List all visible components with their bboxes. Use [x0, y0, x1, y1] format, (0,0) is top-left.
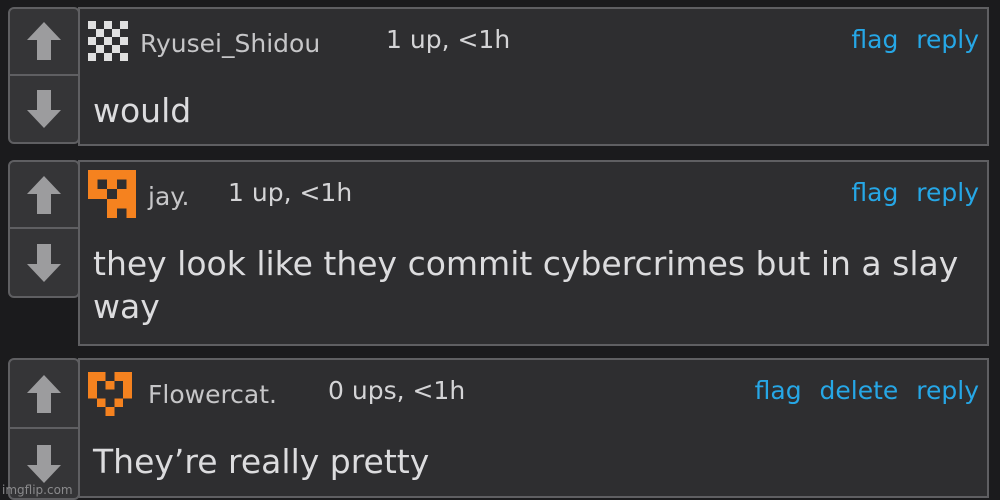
upvote-button[interactable] — [10, 360, 78, 429]
comment-actions: flag reply — [841, 178, 979, 207]
username-link[interactable]: Ryusei_Shidou — [140, 29, 320, 58]
username-link[interactable]: Flowercat. — [148, 380, 277, 409]
comment-text-line: they look like they commit cybercrimes b… — [93, 244, 959, 283]
comment-text: They’re really pretty — [93, 440, 429, 483]
comment-body: jay. 1 up, <1h flag reply they look like… — [78, 160, 989, 346]
comment-meta: 1 up, <1h — [386, 25, 511, 54]
checkerboard-avatar-icon[interactable] — [88, 21, 128, 61]
up-arrow-icon — [27, 374, 61, 413]
reply-link[interactable]: reply — [916, 376, 979, 405]
down-arrow-icon — [27, 243, 61, 282]
comment-header: Ryusei_Shidou 1 up, <1h flag reply — [88, 19, 979, 61]
comment-text: they look like they commit cybercrimes b… — [93, 242, 958, 328]
comment-meta: 0 ups, <1h — [328, 376, 466, 405]
comment-header: Flowercat. 0 ups, <1h flag delete reply — [88, 370, 979, 416]
downvote-button[interactable] — [10, 229, 78, 296]
comment-actions: flag delete reply — [745, 376, 979, 405]
up-arrow-icon — [27, 175, 61, 214]
comment-meta: 1 up, <1h — [228, 178, 353, 207]
upvote-button[interactable] — [10, 162, 78, 229]
up-arrow-icon — [27, 22, 61, 61]
comment-actions: flag reply — [841, 25, 979, 54]
comment-body: Ryusei_Shidou 1 up, <1h flag reply would — [78, 7, 989, 146]
flag-link[interactable]: flag — [851, 178, 898, 207]
upvote-button[interactable] — [10, 9, 78, 76]
comment-text-line: They’re really pretty — [93, 442, 430, 481]
vote-column — [8, 160, 80, 298]
comment-text: would — [93, 89, 191, 132]
watermark: imgflip.com — [2, 483, 73, 497]
flag-link[interactable]: flag — [851, 25, 898, 54]
username-link[interactable]: jay. — [148, 182, 189, 211]
orange-pixel-avatar-icon[interactable] — [88, 170, 136, 218]
reply-link[interactable]: reply — [916, 25, 979, 54]
reply-link[interactable]: reply — [916, 178, 979, 207]
vote-column — [8, 7, 80, 144]
vote-column — [8, 358, 80, 500]
comment-body: Flowercat. 0 ups, <1h flag delete reply … — [78, 358, 989, 498]
comment-header: jay. 1 up, <1h flag reply — [88, 170, 979, 218]
down-arrow-icon — [27, 89, 61, 128]
downvote-button[interactable] — [10, 76, 78, 143]
orange-heart-avatar-icon[interactable] — [88, 372, 132, 416]
comment-text-line: way — [93, 287, 160, 326]
delete-link[interactable]: delete — [820, 376, 899, 405]
down-arrow-icon — [27, 444, 61, 483]
comment-text-line: would — [93, 91, 192, 130]
flag-link[interactable]: flag — [755, 376, 802, 405]
